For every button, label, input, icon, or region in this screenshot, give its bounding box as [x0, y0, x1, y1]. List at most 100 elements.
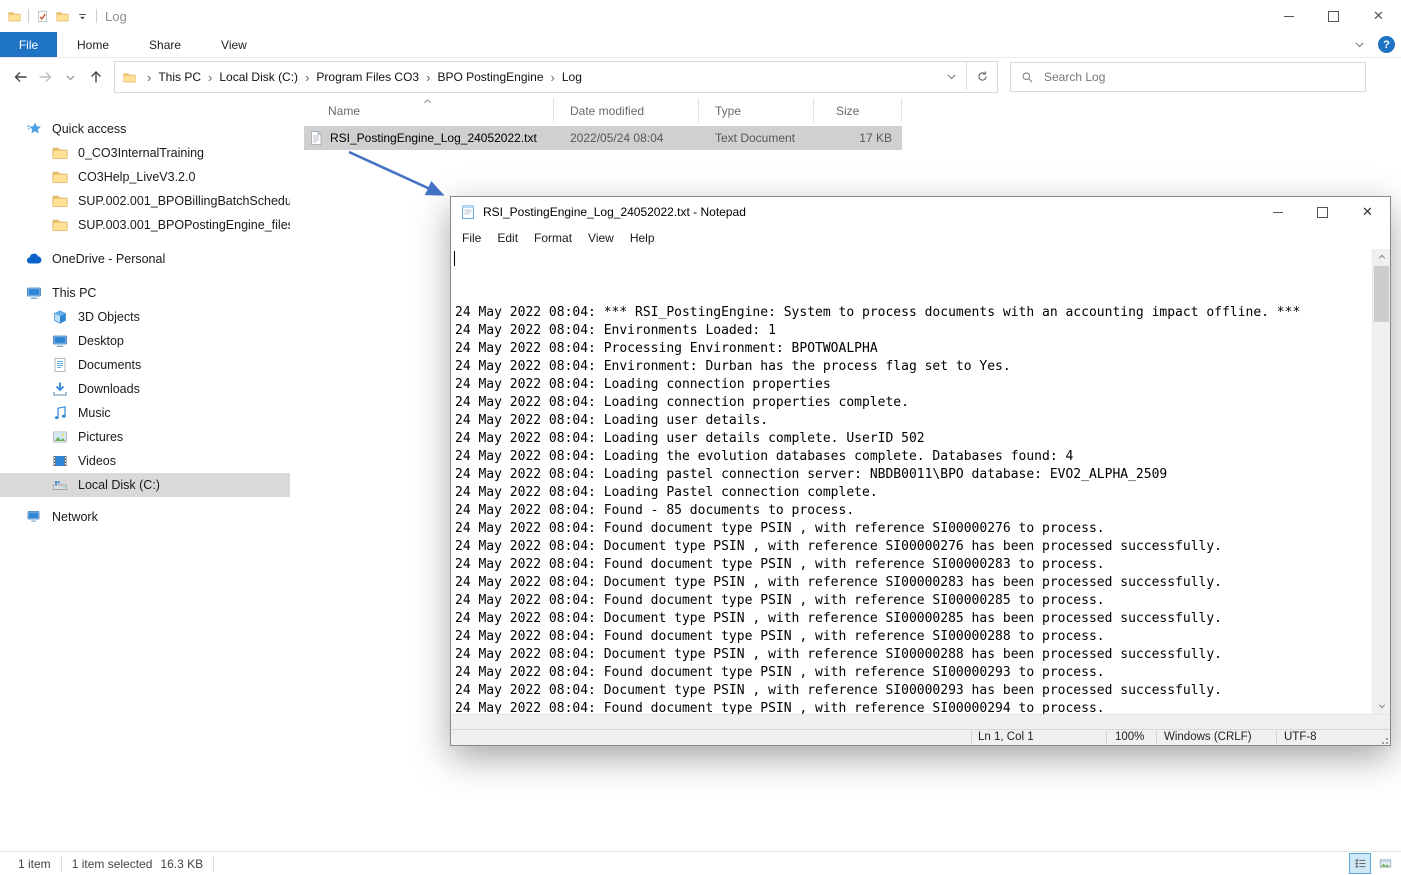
breadcrumb-log[interactable]: Log [562, 70, 582, 84]
large-icons-view-button[interactable] [1375, 854, 1395, 873]
notepad-text-area[interactable]: 24 May 2022 08:04: *** RSI_PostingEngine… [451, 249, 1372, 714]
breadcrumb-posting-engine[interactable]: BPO PostingEngine [437, 70, 543, 84]
log-line: 24 May 2022 08:04: Found document type P… [455, 557, 1105, 572]
vertical-scrollbar[interactable] [1372, 249, 1390, 714]
address-bar[interactable]: › This PC › Local Disk (C:) › Program Fi… [114, 61, 998, 93]
column-header-size[interactable]: Size [814, 98, 902, 123]
search-box[interactable] [1010, 62, 1366, 92]
help-button[interactable]: ? [1378, 36, 1395, 53]
file-row-selected[interactable]: RSI_PostingEngine_Log_24052022.txt 2022/… [304, 126, 902, 150]
explorer-status-bar: 1 item 1 item selected 16.3 KB [0, 851, 1401, 875]
search-input[interactable] [1042, 69, 1326, 85]
recent-locations-icon[interactable] [58, 62, 83, 92]
breadcrumb-chevron[interactable]: › [298, 70, 316, 85]
breadcrumb-local-disk[interactable]: Local Disk (C:) [219, 70, 298, 84]
sidebar-item-downloads[interactable]: Downloads [0, 377, 290, 401]
scrollbar-thumb[interactable] [1374, 266, 1389, 322]
menu-file[interactable]: File [454, 229, 489, 247]
maximize-button[interactable] [1311, 0, 1356, 32]
sidebar-item-quick-access[interactable]: Quick access [0, 117, 290, 141]
forward-button[interactable] [33, 62, 58, 92]
breadcrumb-chevron[interactable]: › [201, 70, 219, 85]
tab-share[interactable]: Share [129, 32, 201, 57]
sidebar-item-music[interactable]: Music [0, 401, 290, 425]
sidebar-label: SUP.003.001_BPOPostingEngine_files [78, 218, 290, 232]
horizontal-scrollbar[interactable] [451, 714, 1390, 729]
notepad-window: RSI_PostingEngine_Log_24052022.txt - Not… [450, 196, 1391, 746]
back-button[interactable] [8, 62, 33, 92]
column-header-date-modified[interactable]: Date modified [554, 98, 699, 123]
tab-home[interactable]: Home [57, 32, 129, 57]
scroll-up-icon[interactable] [1373, 249, 1390, 265]
breadcrumb-this-pc[interactable]: This PC [158, 70, 201, 84]
column-header-type[interactable]: Type [699, 98, 814, 123]
expand-ribbon-icon[interactable] [1353, 38, 1366, 51]
details-view-button[interactable] [1349, 853, 1371, 874]
log-line: 24 May 2022 08:04: Document type PSIN , … [455, 683, 1223, 698]
sidebar-item-sup003[interactable]: SUP.003.001_BPOPostingEngine_files [0, 213, 290, 237]
sidebar-label: Quick access [52, 122, 127, 136]
sidebar-item-onedrive[interactable]: OneDrive - Personal [0, 247, 290, 271]
menu-edit[interactable]: Edit [489, 229, 526, 247]
log-line: 24 May 2022 08:04: Loading connection pr… [455, 377, 831, 392]
breadcrumb-chevron[interactable]: › [544, 70, 562, 85]
sidebar-item-this-pc[interactable]: This PC [0, 281, 290, 305]
close-button[interactable]: ✕ [1356, 0, 1401, 32]
scroll-down-icon[interactable] [1373, 698, 1390, 714]
address-dropdown-icon[interactable] [936, 62, 966, 90]
quick-access-toolbar [8, 9, 97, 23]
file-name-cell: RSI_PostingEngine_Log_24052022.txt [304, 130, 554, 146]
sidebar-item-local-disk-c[interactable]: Local Disk (C:) [0, 473, 290, 497]
breadcrumb-chevron[interactable]: › [419, 70, 437, 85]
network-icon [26, 509, 42, 525]
sidebar-label: SUP.002.001_BPOBillingBatchScheduler_fil… [78, 194, 290, 208]
notepad-status-bar: Ln 1, Col 1 100% Windows (CRLF) UTF-8 [451, 729, 1390, 745]
log-line: 24 May 2022 08:04: Document type PSIN , … [455, 539, 1223, 554]
sidebar-label: Pictures [78, 430, 124, 444]
hard-drive-icon [52, 477, 68, 493]
sidebar-item-sup002[interactable]: SUP.002.001_BPOBillingBatchScheduler_fil… [0, 189, 290, 213]
customize-qat-icon[interactable] [76, 10, 89, 23]
minimize-button[interactable] [1266, 0, 1311, 32]
sidebar-label: Downloads [78, 382, 140, 396]
filmstrip-icon [52, 453, 68, 469]
sidebar-item-3d-objects[interactable]: 3D Objects [0, 305, 290, 329]
item-count: 1 item [18, 856, 51, 871]
breadcrumb-program-files[interactable]: Program Files CO3 [316, 70, 419, 84]
menu-help[interactable]: Help [622, 229, 663, 247]
log-line: 24 May 2022 08:04: Loading the evolution… [455, 449, 1074, 464]
sidebar-item-co3internaltraining[interactable]: 0_CO3InternalTraining [0, 141, 290, 165]
minimize-button[interactable] [1255, 197, 1300, 227]
log-line: 24 May 2022 08:04: Document type PSIN , … [455, 611, 1223, 626]
folder-icon[interactable] [8, 10, 21, 23]
up-button[interactable] [83, 62, 108, 92]
properties-icon[interactable] [36, 10, 49, 23]
sidebar-item-co3help[interactable]: CO3Help_LiveV3.2.0 [0, 165, 290, 189]
sidebar-item-documents[interactable]: Documents [0, 353, 290, 377]
tab-file[interactable]: File [0, 32, 57, 57]
sidebar-item-desktop[interactable]: Desktop [0, 329, 290, 353]
menu-format[interactable]: Format [526, 229, 580, 247]
sidebar-item-network[interactable]: Network [0, 505, 290, 529]
close-button[interactable]: ✕ [1345, 197, 1390, 227]
breadcrumb-chevron[interactable]: › [140, 70, 158, 85]
resize-grip[interactable] [1379, 735, 1388, 744]
sidebar-label: Documents [78, 358, 142, 372]
folder-icon [52, 169, 68, 185]
log-line: 24 May 2022 08:04: Loading user details … [455, 431, 925, 446]
new-folder-icon[interactable] [56, 10, 69, 23]
sidebar-item-pictures[interactable]: Pictures [0, 425, 290, 449]
sidebar-item-videos[interactable]: Videos [0, 449, 290, 473]
sidebar-label: 3D Objects [78, 310, 140, 324]
file-size-cell: 17 KB [859, 131, 892, 145]
refresh-icon[interactable] [967, 62, 997, 90]
log-line: 24 May 2022 08:04: Processing Environmen… [455, 341, 878, 356]
menu-view[interactable]: View [580, 229, 622, 247]
selection-size: 16.3 KB [160, 856, 204, 871]
maximize-button[interactable] [1300, 197, 1345, 227]
log-line: 24 May 2022 08:04: Loading user details. [455, 413, 769, 428]
window-title: Log [105, 8, 127, 24]
column-header-name[interactable]: Name [304, 98, 554, 123]
tab-view[interactable]: View [201, 32, 267, 57]
log-line: 24 May 2022 08:04: Found document type P… [455, 593, 1105, 608]
